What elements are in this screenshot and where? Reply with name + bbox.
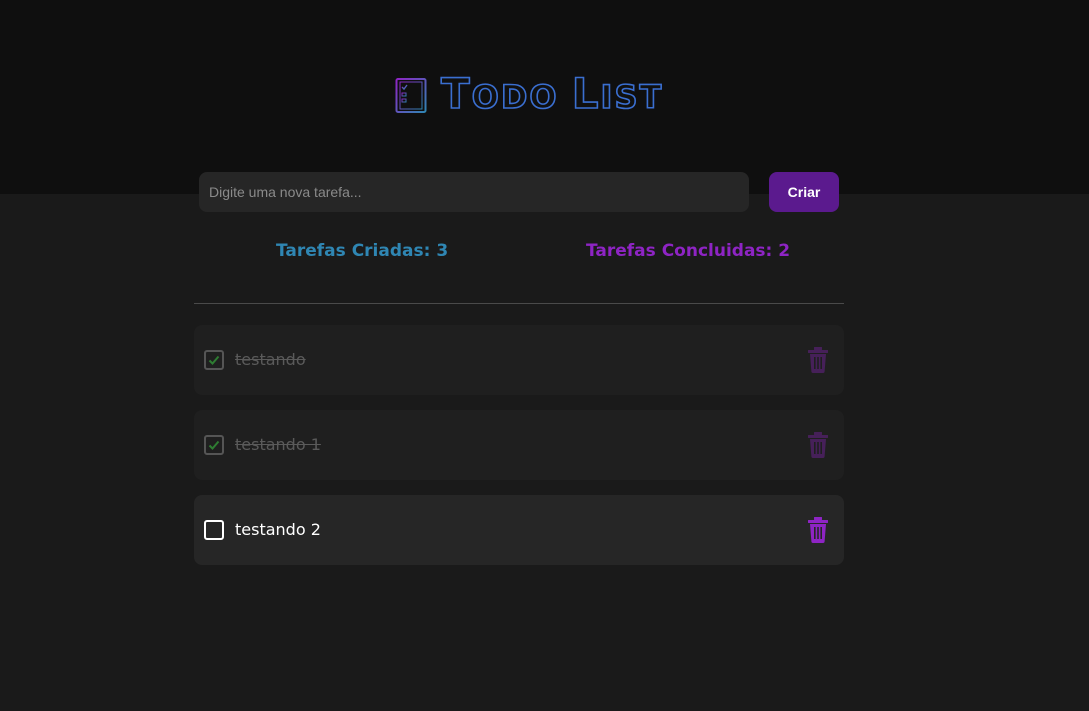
task-label: testando 2 (235, 520, 321, 539)
task-label: testando (235, 350, 306, 369)
task-checkbox[interactable] (204, 520, 224, 540)
app-title: TODO LIST (440, 68, 664, 118)
task-label: testando 1 (235, 435, 321, 454)
app-logo: TODO LIST (395, 68, 664, 118)
task-checkbox[interactable] (204, 350, 224, 370)
task-checkbox[interactable] (204, 435, 224, 455)
task-item: testando 2 (194, 495, 844, 565)
created-tasks-counter: Tarefas Criadas: 3 (276, 241, 449, 261)
trash-icon[interactable] (808, 347, 828, 373)
checklist-icon (395, 78, 427, 113)
completed-tasks-counter: Tarefas Concluidas: 2 (586, 241, 791, 261)
create-task-button[interactable]: Criar (769, 172, 839, 212)
trash-icon[interactable] (808, 432, 828, 458)
task-item: testando (194, 325, 844, 395)
task-item: testando 1 (194, 410, 844, 480)
trash-icon[interactable] (808, 517, 828, 543)
divider (194, 303, 844, 304)
check-icon (208, 355, 220, 365)
check-icon (208, 440, 220, 450)
new-task-input[interactable] (199, 172, 749, 212)
